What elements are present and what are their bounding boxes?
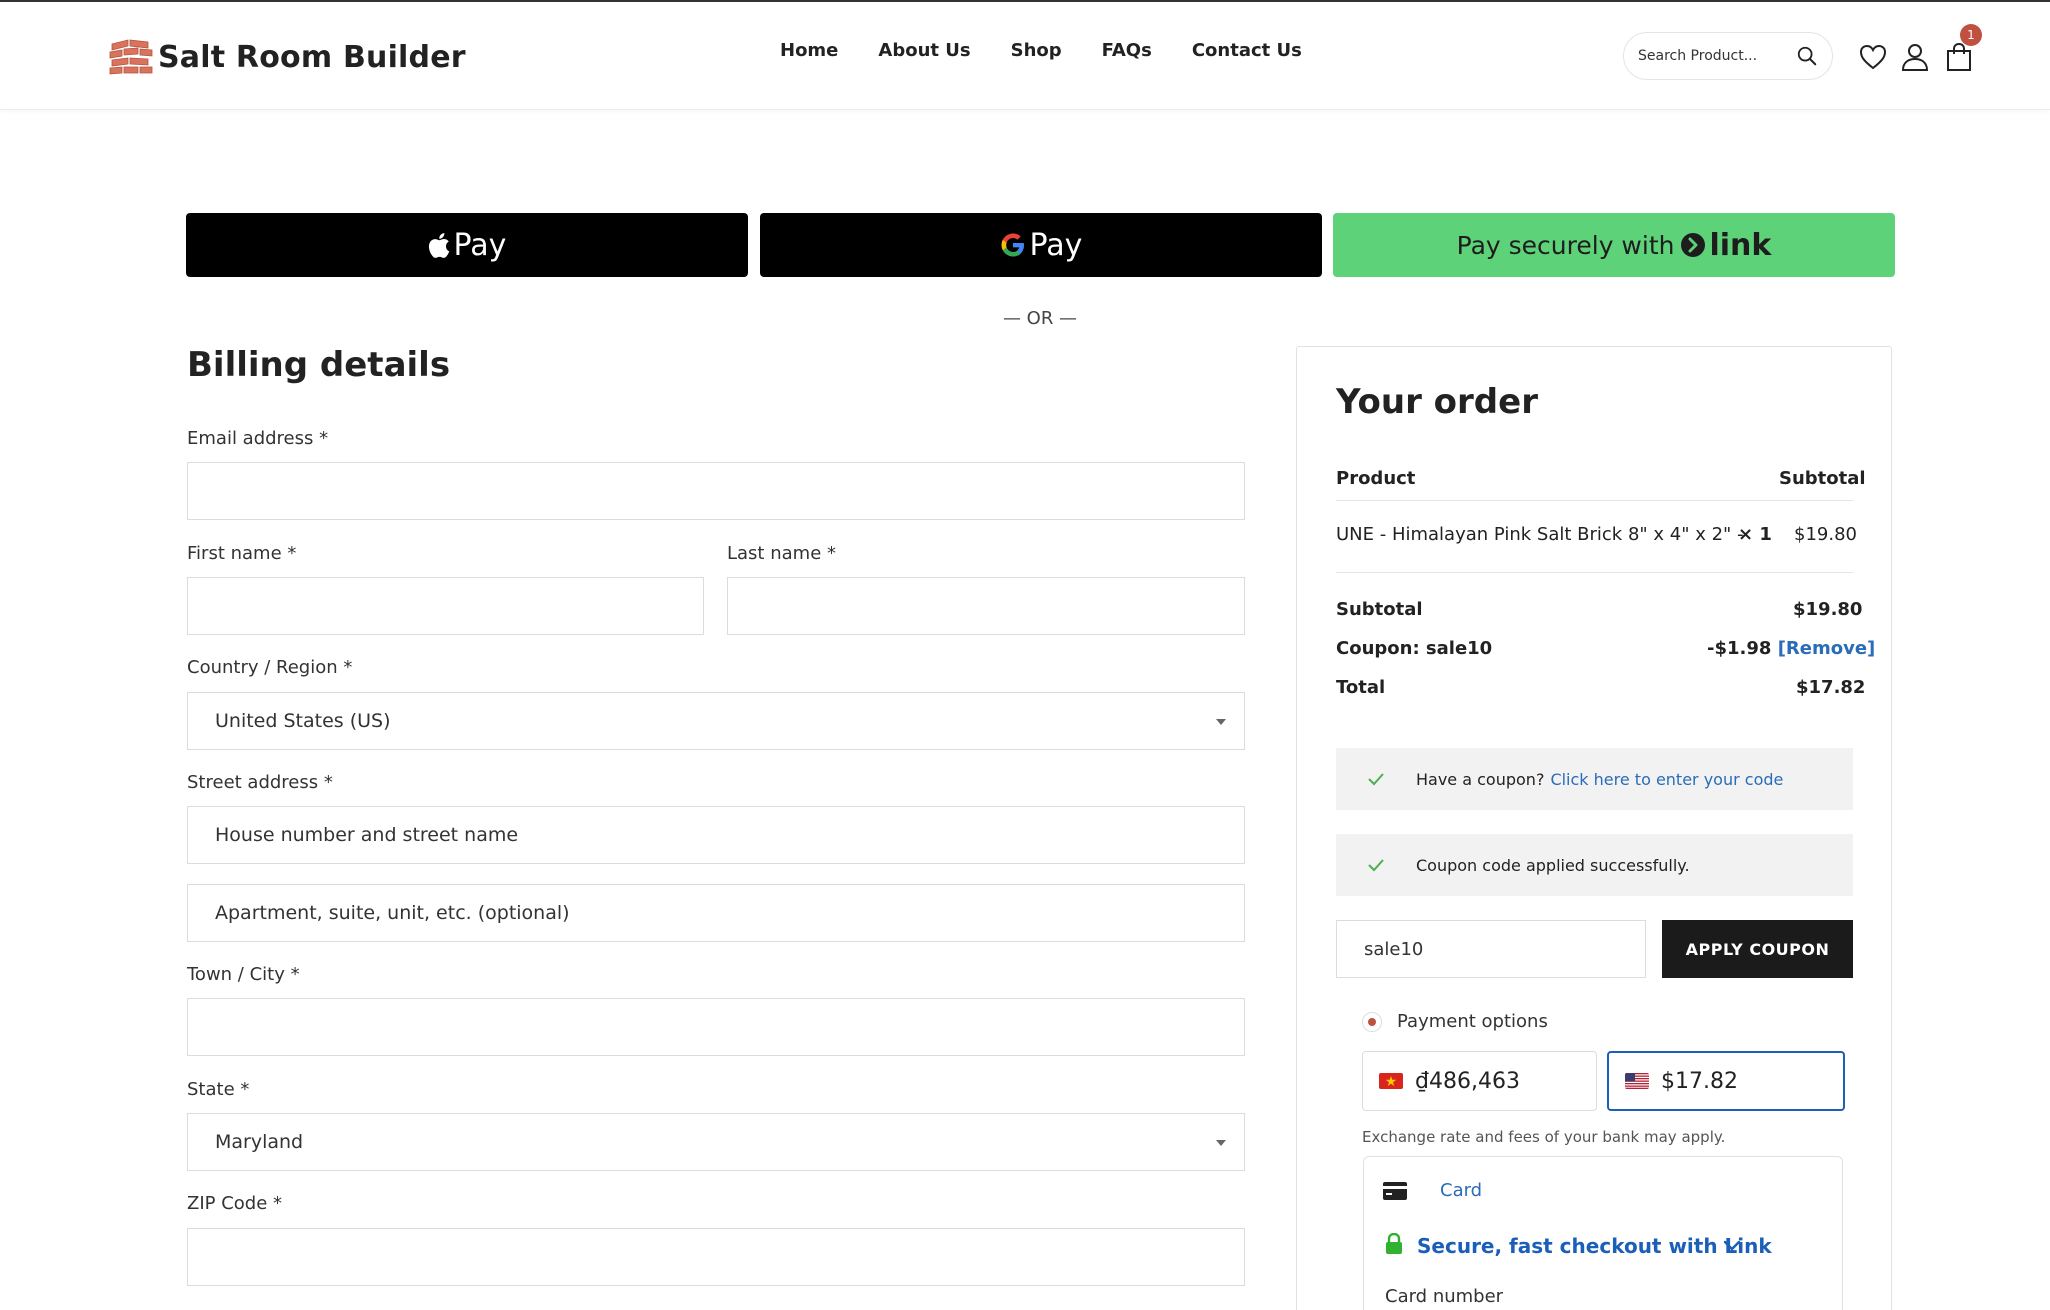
payment-options-radio[interactable]	[1362, 1012, 1382, 1032]
total-label: Total	[1336, 677, 1386, 698]
apple-pay-label: Pay	[453, 227, 507, 263]
payment-options-label: Payment options	[1397, 1011, 1548, 1032]
col-subtotal-header: Subtotal	[1779, 468, 1866, 489]
link-checkout-toggle[interactable]: Secure, fast checkout with Link	[1417, 1234, 1772, 1258]
subtotal-value: $19.80	[1793, 599, 1863, 620]
order-item-name: UNE - Himalayan Pink Salt Brick 8" x 4" …	[1336, 524, 1744, 545]
link-pay-text: Pay securely with	[1456, 230, 1675, 260]
nav-home[interactable]: Home	[780, 40, 838, 61]
state-label: State *	[187, 1079, 250, 1100]
divider	[1336, 500, 1853, 501]
coupon-prompt-notice: Have a coupon? Click here to enter your …	[1336, 748, 1853, 810]
apartment-input[interactable]	[215, 902, 1217, 924]
brand-name: Salt Room Builder	[158, 39, 466, 75]
google-pay-button[interactable]: Pay	[760, 213, 1322, 277]
check-icon	[1368, 773, 1384, 786]
cart-count-badge: 1	[1960, 24, 1982, 46]
search-icon[interactable]	[1796, 45, 1818, 67]
lock-icon	[1386, 1233, 1402, 1254]
apply-coupon-button[interactable]: APPLY COUPON	[1662, 920, 1853, 978]
currency-vnd-option[interactable]: ₫486,463	[1362, 1051, 1597, 1111]
divider	[1336, 572, 1853, 573]
last-name-field	[727, 577, 1245, 635]
country-label: Country / Region *	[187, 657, 353, 678]
city-input[interactable]	[215, 1016, 1217, 1038]
street-field	[187, 806, 1245, 864]
street-input[interactable]	[215, 824, 1217, 846]
coupon-discount-value: -$1.98	[1707, 638, 1772, 659]
zip-field	[187, 1228, 1245, 1286]
exchange-note: Exchange rate and fees of your bank may …	[1362, 1128, 1726, 1146]
order-item-qty: × 1	[1738, 524, 1772, 545]
usd-amount: $17.82	[1661, 1068, 1738, 1094]
main-nav: Home About Us Shop FAQs Contact Us	[780, 40, 1302, 61]
card-tab[interactable]: Card	[1440, 1180, 1482, 1201]
street-label: Street address *	[187, 772, 333, 793]
link-brand: link	[1709, 227, 1772, 263]
vietnam-flag-icon	[1379, 1073, 1403, 1089]
coupon-code-input[interactable]	[1364, 938, 1618, 960]
chevron-down-icon	[1216, 1140, 1226, 1146]
zip-label: ZIP Code *	[187, 1193, 283, 1214]
link-arrow-icon	[1681, 233, 1706, 257]
nav-faqs[interactable]: FAQs	[1102, 40, 1152, 61]
wishlist-heart-icon[interactable]	[1858, 42, 1888, 72]
city-label: Town / City *	[187, 964, 300, 985]
link-pay-button[interactable]: Pay securely with link	[1333, 213, 1895, 277]
google-g-icon	[1001, 233, 1024, 257]
vnd-amount: ₫486,463	[1415, 1068, 1520, 1094]
nav-shop[interactable]: Shop	[1011, 40, 1062, 61]
col-product-header: Product	[1336, 468, 1416, 489]
coupon-prompt-text: Have a coupon?	[1416, 769, 1545, 789]
account-user-icon[interactable]	[1900, 42, 1930, 72]
email-input[interactable]	[215, 480, 1217, 502]
order-title: Your order	[1336, 382, 1538, 422]
email-field	[187, 462, 1245, 520]
nav-about-us[interactable]: About Us	[878, 40, 970, 61]
city-field	[187, 998, 1245, 1056]
us-flag-icon	[1625, 1073, 1649, 1089]
brand-logo[interactable]: Salt Room Builder	[108, 34, 466, 80]
first-name-input[interactable]	[215, 595, 676, 617]
country-select[interactable]: United States (US)	[187, 692, 1245, 750]
chevron-down-icon[interactable]	[1723, 1240, 1741, 1252]
check-icon	[1368, 859, 1384, 872]
total-value: $17.82	[1796, 677, 1866, 698]
first-name-label: First name *	[187, 543, 297, 564]
email-label: Email address *	[187, 428, 329, 449]
subtotal-label: Subtotal	[1336, 599, 1423, 620]
card-number-label: Card number	[1385, 1286, 1504, 1307]
coupon-applied-notice: Coupon code applied successfully.	[1336, 834, 1853, 896]
apartment-field	[187, 884, 1245, 942]
cart-bag-icon[interactable]	[1944, 42, 1974, 72]
chevron-down-icon	[1216, 719, 1226, 725]
product-search	[1623, 32, 1833, 80]
coupon-label: Coupon: sale10	[1336, 638, 1493, 659]
coupon-applied-text: Coupon code applied successfully.	[1416, 855, 1690, 875]
brick-logo-icon	[109, 39, 153, 75]
google-pay-label: Pay	[1029, 227, 1083, 263]
or-separator: — OR —	[1002, 308, 1078, 329]
apple-logo-icon	[428, 232, 449, 258]
country-value: United States (US)	[215, 710, 391, 732]
currency-usd-option[interactable]: $17.82	[1607, 1051, 1845, 1111]
site-header: Salt Room Builder Home About Us Shop FAQ…	[0, 2, 2050, 110]
last-name-input[interactable]	[755, 595, 1217, 617]
nav-contact-us[interactable]: Contact Us	[1192, 40, 1302, 61]
first-name-field	[187, 577, 704, 635]
search-input[interactable]	[1638, 48, 1788, 64]
state-select[interactable]: Maryland	[187, 1113, 1245, 1171]
last-name-label: Last name *	[727, 543, 836, 564]
enter-coupon-link[interactable]: Click here to enter your code	[1550, 770, 1783, 789]
apple-pay-button[interactable]: Pay	[186, 213, 748, 277]
order-item-price: $19.80	[1794, 524, 1857, 545]
state-value: Maryland	[215, 1131, 304, 1153]
zip-input[interactable]	[215, 1246, 1217, 1268]
coupon-remove-link[interactable]: [Remove]	[1778, 638, 1876, 659]
billing-title: Billing details	[187, 345, 451, 385]
credit-card-icon	[1383, 1182, 1407, 1200]
coupon-code-field	[1336, 920, 1646, 978]
coupon-discount: -$1.98 [Remove]	[1707, 638, 1875, 659]
